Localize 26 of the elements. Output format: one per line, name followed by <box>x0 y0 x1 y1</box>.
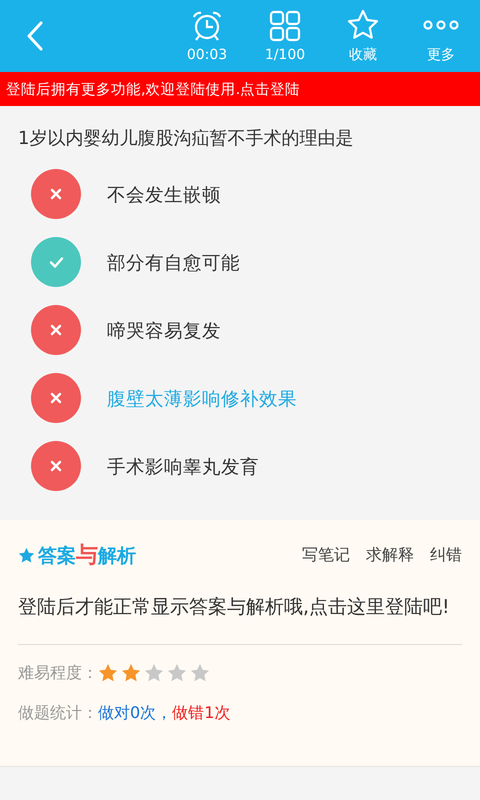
wrong-count: 做错1次 <box>172 702 230 724</box>
login-message[interactable]: 登陆后才能正常显示答案与解析哦,点击这里登陆吧! <box>18 590 462 645</box>
difficulty-label: 难易程度： <box>18 662 98 684</box>
star-icon <box>167 663 187 683</box>
star-icon <box>18 546 35 564</box>
alarm-clock-icon <box>190 9 224 43</box>
star-icon <box>144 663 164 683</box>
back-icon <box>25 20 45 52</box>
star-icon <box>121 663 141 683</box>
option-text[interactable]: 啼哭容易复发 <box>107 318 221 342</box>
star-icon <box>98 663 118 683</box>
option-text[interactable]: 不会发生嵌顿 <box>107 182 221 206</box>
question-text: 1岁以内婴幼儿腹股沟疝暂不手术的理由是 <box>17 127 354 151</box>
star-icon <box>190 663 210 683</box>
action-link[interactable]: 写笔记 <box>286 544 350 566</box>
action-link[interactable]: 求解释 <box>350 544 414 566</box>
option-text[interactable]: 手术影响睾丸发育 <box>107 454 259 478</box>
correct-count: 做对0次 <box>98 702 156 724</box>
analysis-title: 答案与解析 <box>38 542 136 570</box>
more-icon <box>423 19 459 31</box>
option-text[interactable]: 部分有自愈可能 <box>107 250 240 274</box>
action-link[interactable]: 纠错 <box>414 544 462 566</box>
stats-label: 做题统计： <box>18 702 98 724</box>
grid-icon <box>268 9 302 43</box>
separator: ， <box>156 702 172 724</box>
login-banner[interactable]: 登陆后拥有更多功能,欢迎登陆使用.点击登陆 <box>0 72 480 106</box>
